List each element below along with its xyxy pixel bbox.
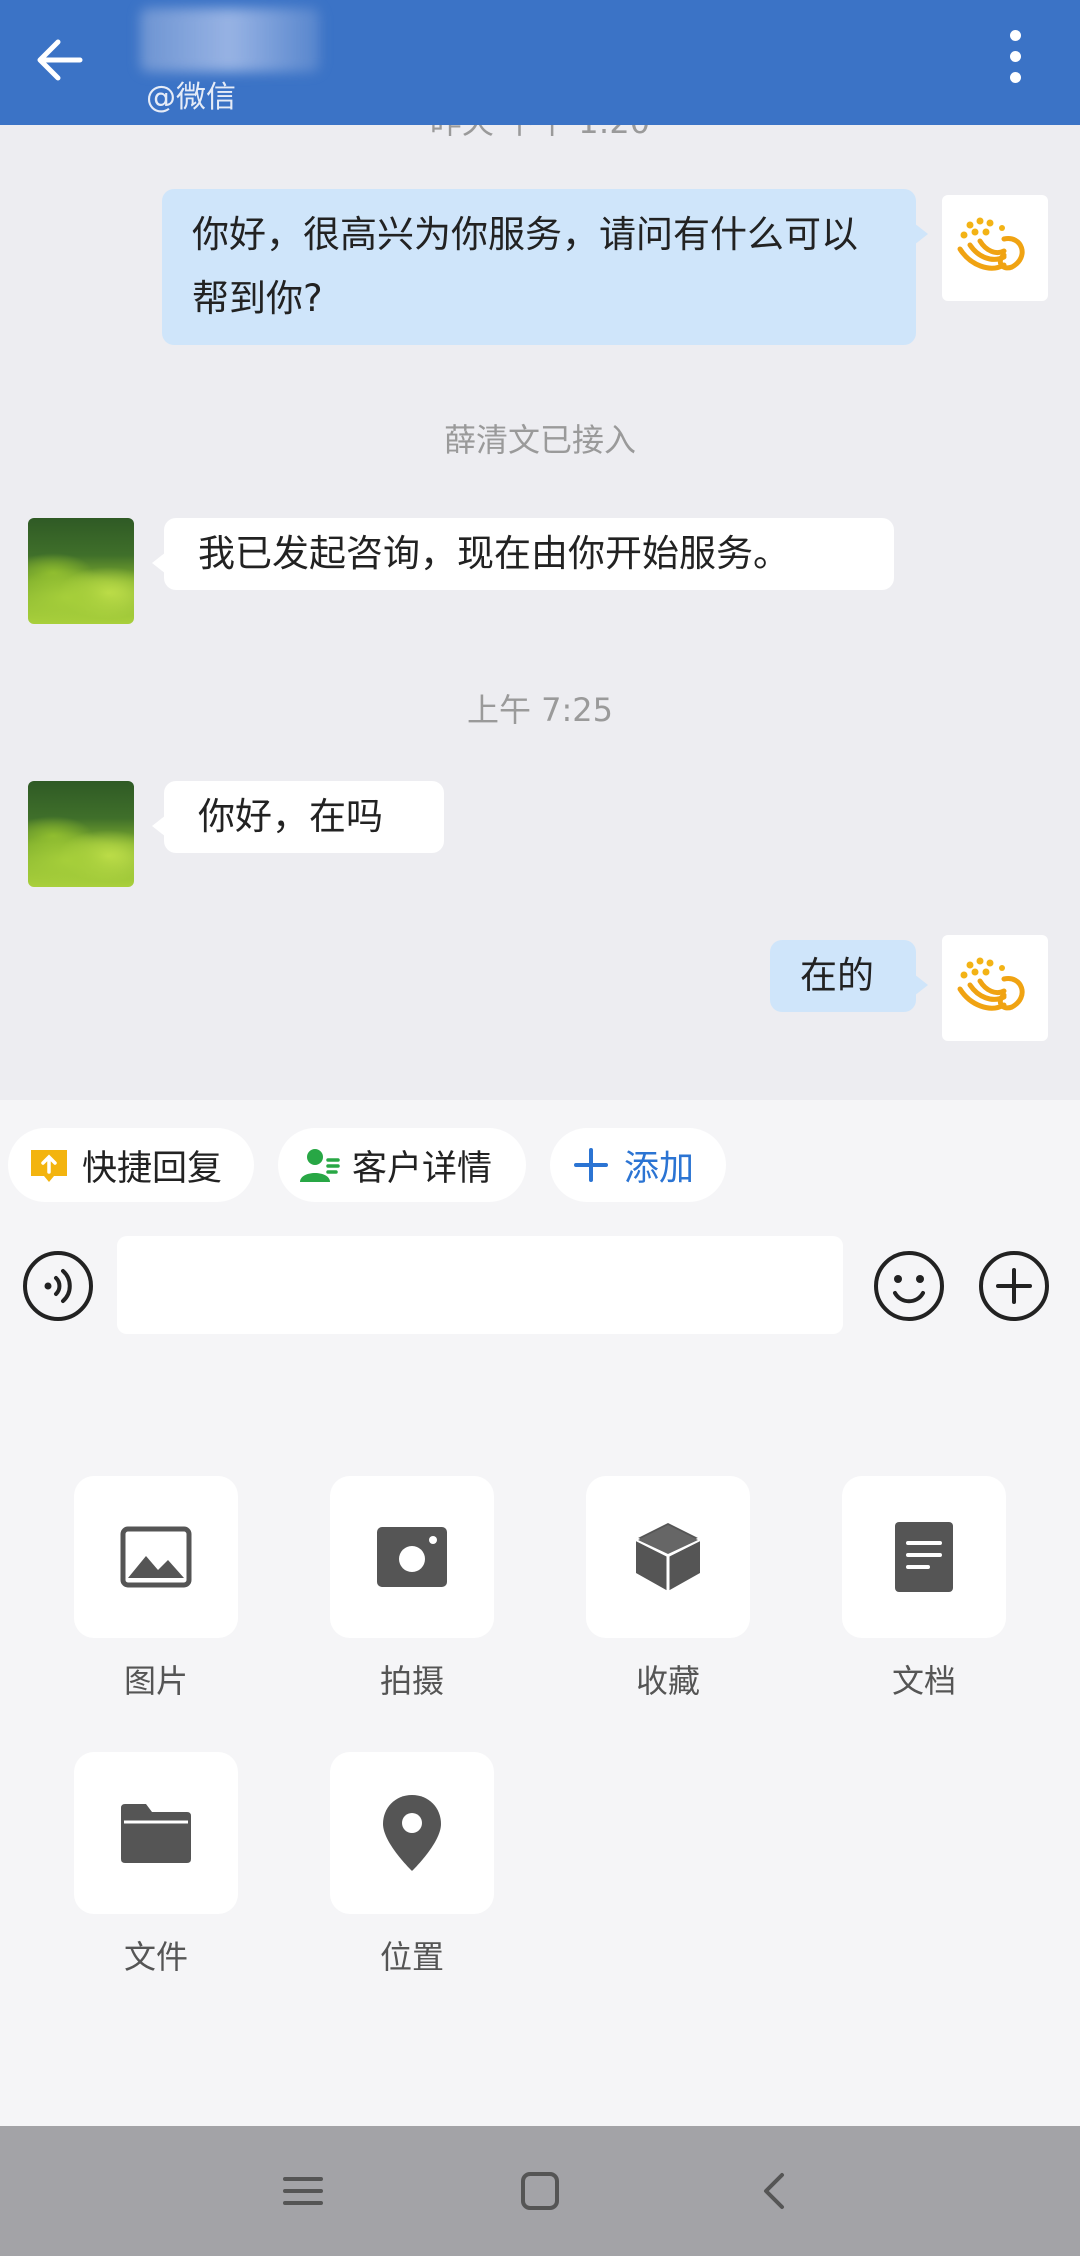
tool-file[interactable]: 文件 <box>74 1752 238 1978</box>
quick-reply-chip[interactable]: 快捷回复 <box>8 1128 254 1202</box>
location-icon <box>383 1795 441 1871</box>
menu-icon <box>283 2177 323 2205</box>
home-button[interactable] <box>510 2161 570 2221</box>
tool-label: 位置 <box>379 1938 444 1976</box>
emoji-button[interactable] <box>873 1250 945 1322</box>
tool-image[interactable]: 图片 <box>74 1476 238 1702</box>
company-logo-icon <box>957 217 1025 271</box>
tool-label: 文档 <box>891 1662 956 1700</box>
contact-name-blurred <box>140 8 320 72</box>
document-icon <box>895 1522 953 1592</box>
tool-label: 文件 <box>123 1938 188 1976</box>
top-bar: @微信 <box>0 0 1080 125</box>
more-functions-button[interactable] <box>978 1250 1050 1322</box>
tool-favorites-button[interactable] <box>586 1476 750 1638</box>
voice-icon <box>23 1251 93 1321</box>
more-dot-icon <box>1009 51 1021 62</box>
chip-label: 添加 <box>624 1148 695 1189</box>
tool-camera-button[interactable] <box>330 1476 494 1638</box>
more-dot-icon <box>1009 30 1021 41</box>
tool-file-button[interactable] <box>74 1752 238 1914</box>
tool-label: 收藏 <box>635 1662 700 1700</box>
voice-input-button[interactable] <box>22 1250 94 1322</box>
folder-icon <box>121 1804 191 1863</box>
system-navigation-bar <box>0 2126 1080 2256</box>
add-chip[interactable]: 添加 <box>550 1128 726 1202</box>
more-options-button[interactable] <box>1000 30 1030 92</box>
tool-location-button[interactable] <box>330 1752 494 1914</box>
customer-avatar[interactable] <box>28 518 134 624</box>
chip-label: 客户详情 <box>352 1148 493 1189</box>
chevron-left-icon <box>764 2173 784 2209</box>
message-bubble-sent[interactable]: 你好，很高兴为你服务，请问有什么可以帮到你? <box>162 189 928 345</box>
company-logo-icon <box>957 957 1025 1011</box>
more-dot-icon <box>1009 72 1021 83</box>
tool-location[interactable]: 位置 <box>330 1752 494 1978</box>
agent-avatar[interactable] <box>942 195 1048 301</box>
system-message: 薛清文已接入 <box>443 421 636 459</box>
plus-circle-icon <box>979 1251 1049 1321</box>
message-bubble-received[interactable]: 你好，在吗 <box>152 781 444 853</box>
tool-camera[interactable]: 拍摄 <box>330 1476 494 1702</box>
message-input[interactable] <box>117 1236 843 1334</box>
back-button[interactable] <box>30 30 90 90</box>
customer-avatar[interactable] <box>28 781 134 887</box>
message-bubble-sent[interactable]: 在的 <box>770 940 928 1012</box>
favorites-icon <box>635 1523 701 1591</box>
plus-icon <box>574 1148 608 1182</box>
chat-area[interactable]: 昨天 下午 1:20 你好，很高兴为你服务，请问有什么可以帮到你? 薛清文已接入… <box>0 125 1080 1100</box>
chip-label: 快捷回复 <box>82 1148 223 1189</box>
emoji-icon <box>874 1251 944 1321</box>
contact-source: @微信 <box>146 80 236 115</box>
timestamp: 昨天 下午 1:20 <box>0 125 1080 143</box>
menu-button[interactable] <box>273 2161 333 2221</box>
tool-label: 拍摄 <box>379 1662 444 1700</box>
back-nav-button[interactable] <box>745 2161 805 2221</box>
tool-document-button[interactable] <box>842 1476 1006 1638</box>
tool-document[interactable]: 文档 <box>842 1476 1006 1702</box>
image-icon <box>120 1526 192 1588</box>
back-arrow-icon <box>37 39 83 81</box>
timestamp: 上午 7:25 <box>466 691 614 729</box>
tool-image-button[interactable] <box>74 1476 238 1638</box>
home-square-icon <box>521 2172 559 2210</box>
camera-icon <box>377 1527 447 1587</box>
tool-favorites[interactable]: 收藏 <box>586 1476 750 1702</box>
customer-card-icon <box>300 1149 340 1182</box>
agent-avatar[interactable] <box>942 935 1048 1041</box>
tool-label: 图片 <box>123 1662 188 1700</box>
customer-detail-chip[interactable]: 客户详情 <box>278 1128 526 1202</box>
message-bubble-received[interactable]: 我已发起咨询，现在由你开始服务。 <box>152 518 894 590</box>
quick-reply-icon <box>31 1150 67 1182</box>
